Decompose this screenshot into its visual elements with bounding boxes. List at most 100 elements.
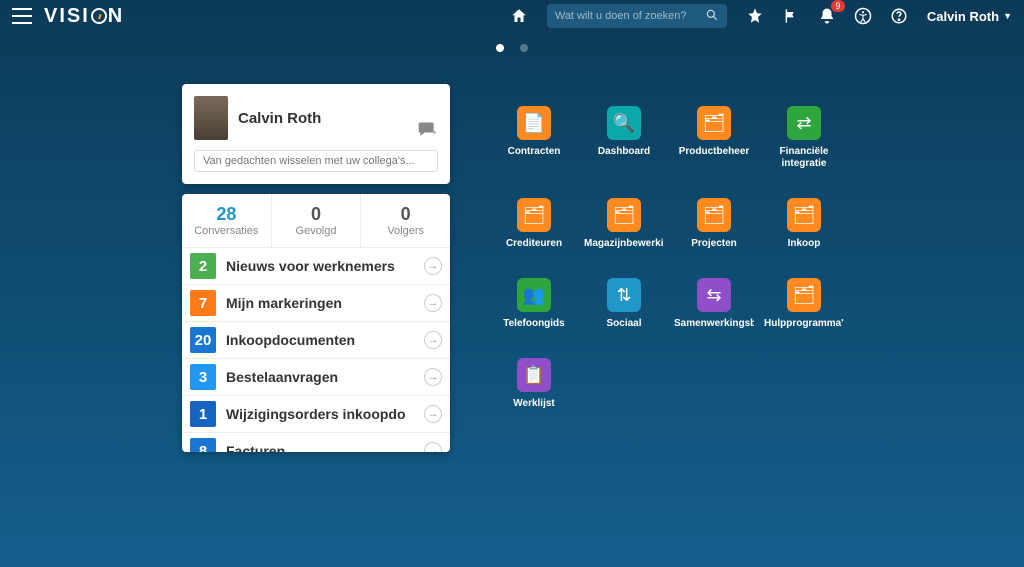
- arrow-right-icon: →: [424, 368, 442, 386]
- app-label: Hulpprogramma's: [764, 318, 844, 330]
- app-icon: ⇄: [787, 106, 821, 140]
- status-input[interactable]: [194, 150, 438, 172]
- profile-card: Calvin Roth +: [182, 84, 450, 184]
- search-icon[interactable]: [705, 8, 719, 25]
- app-label: Magazijnbewerking: [584, 238, 664, 250]
- list-item[interactable]: 20 Inkoopdocumenten→: [182, 322, 450, 359]
- app-label: Projecten: [691, 238, 737, 250]
- list-item[interactable]: 3 Bestelaanvragen→: [182, 359, 450, 396]
- app-tile[interactable]: 🔍 Dashboard: [584, 106, 664, 170]
- list-item-count: 8: [190, 438, 216, 452]
- stat-followers[interactable]: 0 Volgers: [361, 194, 450, 247]
- app-icon: 🗂: [607, 198, 641, 232]
- list-item-count: 2: [190, 253, 216, 279]
- stat-conversations[interactable]: 28 Conversaties: [182, 194, 272, 247]
- list-item[interactable]: 8 Facturen→: [182, 433, 450, 452]
- stat-label: Gevolgd: [276, 225, 357, 237]
- pager-dot-2[interactable]: [520, 44, 528, 52]
- arrow-right-icon: →: [424, 442, 442, 452]
- app-tile[interactable]: 🗂 Crediteuren: [494, 198, 574, 250]
- page-indicator: [0, 44, 1024, 52]
- share-thought-icon[interactable]: +: [416, 120, 438, 145]
- stat-following[interactable]: 0 Gevolgd: [272, 194, 362, 247]
- app-label: Productbeheer: [679, 146, 750, 158]
- list-item-label: Nieuws voor werknemers: [226, 258, 424, 274]
- app-tile[interactable]: 👥 Telefoongids: [494, 278, 574, 330]
- menu-hamburger[interactable]: [12, 8, 32, 24]
- stat-num: 28: [186, 204, 267, 225]
- app-icon: 🗂: [787, 278, 821, 312]
- activity-panel: 28 Conversaties 0 Gevolgd 0 Volgers 2 Nie…: [182, 194, 450, 452]
- app-icon: 📋: [517, 358, 551, 392]
- app-icon: 📄: [517, 106, 551, 140]
- app-label: Financiële integratie: [764, 146, 844, 170]
- list-item[interactable]: 7 Mijn markeringen→: [182, 285, 450, 322]
- search-input[interactable]: [555, 10, 705, 22]
- app-icon: 🔍: [607, 106, 641, 140]
- activity-list[interactable]: 2Nieuws voor werknemers→7Mijn markeringe…: [182, 248, 450, 452]
- app-label: Telefoongids: [503, 318, 564, 330]
- app-tile[interactable]: ⇅Sociaal: [584, 278, 664, 330]
- app-tile[interactable]: 🗂 Hulpprogramma's: [764, 278, 844, 330]
- app-tile[interactable]: 📋 Werklijst: [494, 358, 574, 410]
- accessibility-icon[interactable]: [849, 2, 877, 30]
- logo-text-pre: VISI: [44, 5, 90, 28]
- arrow-right-icon: →: [424, 331, 442, 349]
- list-item-label: Bestelaanvragen: [226, 369, 424, 385]
- svg-text:+: +: [432, 127, 437, 137]
- list-item-label: Facturen: [226, 443, 424, 452]
- profile-name: Calvin Roth: [238, 110, 321, 127]
- logo-text-post: N: [108, 5, 124, 28]
- app-label: Inkoop: [788, 238, 821, 250]
- app-label: Dashboard: [598, 146, 650, 158]
- list-item-count: 7: [190, 290, 216, 316]
- list-item-label: Inkoopdocumenten: [226, 332, 424, 348]
- list-item-count: 3: [190, 364, 216, 390]
- stat-label: Conversaties: [186, 225, 267, 237]
- app-tile[interactable]: 🗂 Projecten: [674, 198, 754, 250]
- app-tile[interactable]: ⇄ Financiële integratie: [764, 106, 844, 170]
- stat-label: Volgers: [365, 225, 446, 237]
- avatar[interactable]: [194, 96, 228, 140]
- search-box[interactable]: [547, 4, 727, 28]
- app-icon: 🗂: [697, 198, 731, 232]
- user-menu[interactable]: Calvin Roth ▼: [927, 9, 1012, 24]
- brand-logo: VISI N: [44, 5, 124, 28]
- app-tile[interactable]: 🗂 Magazijnbewerking: [584, 198, 664, 250]
- username-label: Calvin Roth: [927, 9, 999, 24]
- app-icon: 🗂: [787, 198, 821, 232]
- pager-dot-1[interactable]: [496, 44, 504, 52]
- app-tile[interactable]: 🗂 Inkoop: [764, 198, 844, 250]
- app-label: Contracten: [508, 146, 561, 158]
- list-item-label: Wijzigingsorders inkoopdo: [226, 406, 424, 422]
- app-icon: 👥: [517, 278, 551, 312]
- help-icon[interactable]: [885, 2, 913, 30]
- app-tile[interactable]: 🗂 Productbeheer: [674, 106, 754, 170]
- notification-badge: 9: [831, 0, 845, 12]
- app-icon: 🗂: [517, 198, 551, 232]
- list-item-count: 20: [190, 327, 216, 353]
- arrow-right-icon: →: [424, 405, 442, 423]
- app-tile[interactable]: ⇆ Samenwerkingsbe: [674, 278, 754, 330]
- app-label: Sociaal: [606, 318, 641, 330]
- app-grid: 📄 Contracten 🔍 Dashboard 🗂 Productbeheer ⇄ Fina…: [494, 106, 934, 410]
- app-label: Werklijst: [513, 398, 555, 410]
- list-item-label: Mijn markeringen: [226, 295, 424, 311]
- notifications-icon[interactable]: 9: [813, 2, 841, 30]
- app-label: Samenwerkingsbe: [674, 318, 754, 330]
- logo-o-icon: [91, 8, 107, 24]
- app-label: Crediteuren: [506, 238, 562, 250]
- arrow-right-icon: →: [424, 294, 442, 312]
- arrow-right-icon: →: [424, 257, 442, 275]
- home-icon[interactable]: [505, 2, 533, 30]
- app-tile[interactable]: 📄 Contracten: [494, 106, 574, 170]
- app-icon: 🗂: [697, 106, 731, 140]
- app-icon: ⇆: [697, 278, 731, 312]
- stat-num: 0: [365, 204, 446, 225]
- favorite-icon[interactable]: [741, 2, 769, 30]
- list-item[interactable]: 1 Wijzigingsorders inkoopdo→: [182, 396, 450, 433]
- list-item-count: 1: [190, 401, 216, 427]
- stat-num: 0: [276, 204, 357, 225]
- flag-icon[interactable]: [777, 2, 805, 30]
- list-item[interactable]: 2 Nieuws voor werknemers→: [182, 248, 450, 285]
